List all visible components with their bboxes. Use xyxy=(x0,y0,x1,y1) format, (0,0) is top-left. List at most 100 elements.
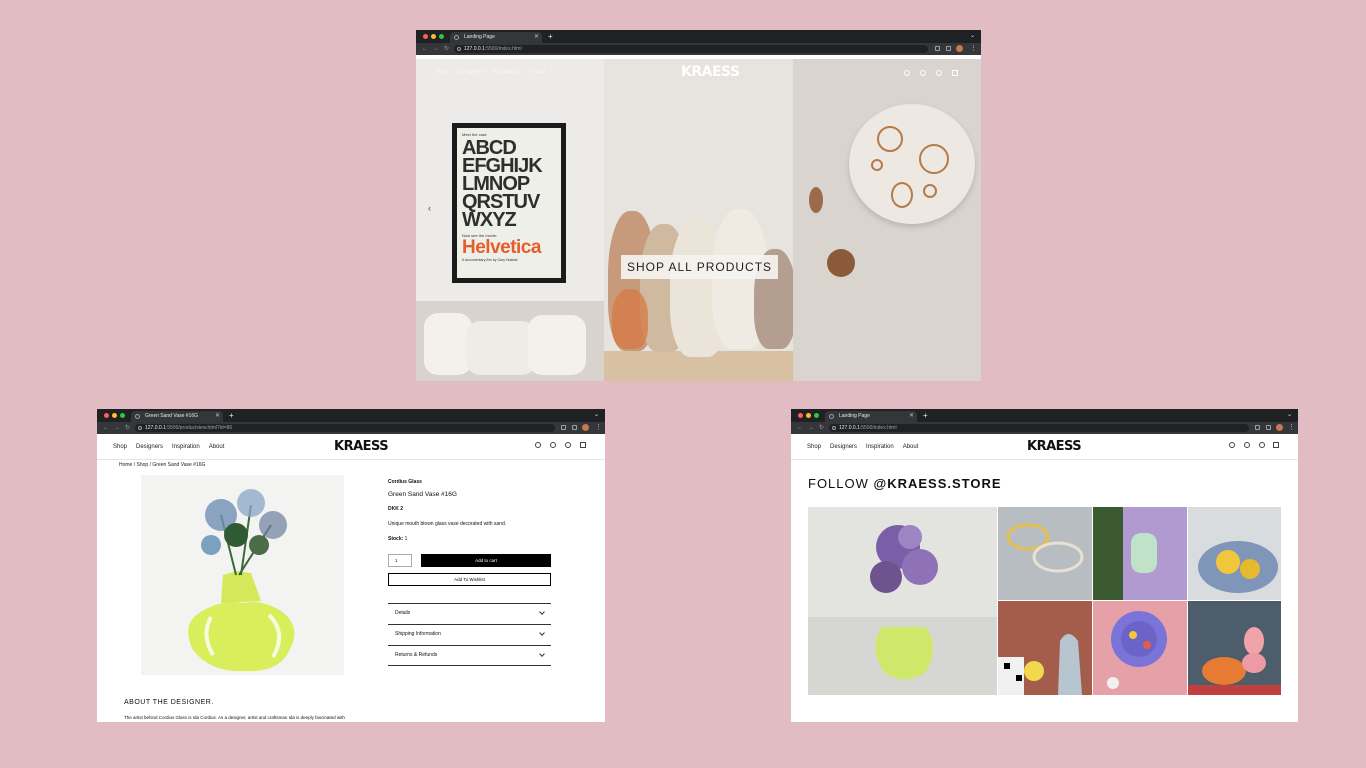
address-bar[interactable]: 127.0.0.1:5500/productview.html?id=86 xyxy=(135,424,555,432)
new-tab-button[interactable]: + xyxy=(923,409,928,422)
site-logo[interactable]: KRAESS xyxy=(1027,439,1082,454)
accordion-shipping[interactable]: Shipping Information xyxy=(388,624,551,645)
instagram-handle-link[interactable]: @KRAESS.STORE xyxy=(874,476,1002,491)
tab-bar: Green Sand Vase #16G ✕ + ⌄ xyxy=(97,409,605,422)
address-bar[interactable]: 127.0.0.1:5500/index.html xyxy=(454,45,928,53)
maximize-window-button[interactable] xyxy=(814,413,819,418)
sidebar-icon[interactable] xyxy=(946,46,951,51)
close-tab-icon[interactable]: ✕ xyxy=(215,411,220,422)
nav-inspiration[interactable]: Inspiration xyxy=(172,444,200,450)
quantity-input[interactable]: 1 xyxy=(388,554,412,567)
instagram-post[interactable] xyxy=(998,601,1092,695)
nav-designers[interactable]: Designers xyxy=(457,69,484,75)
nav-shop[interactable]: Shop xyxy=(434,69,448,75)
close-window-button[interactable] xyxy=(423,34,428,39)
nav-designers[interactable]: Designers xyxy=(136,444,163,450)
accordion-returns[interactable]: Returns & Refunds xyxy=(388,645,551,666)
minimize-window-button[interactable] xyxy=(431,34,436,39)
extensions-icon[interactable] xyxy=(561,425,566,430)
user-icon[interactable] xyxy=(1229,442,1235,448)
sidebar-icon[interactable] xyxy=(1266,425,1271,430)
search-icon[interactable] xyxy=(550,442,556,448)
reload-icon[interactable]: ↻ xyxy=(444,43,449,55)
reload-icon[interactable]: ↻ xyxy=(819,422,824,434)
window-controls xyxy=(104,413,125,418)
back-arrow-icon[interactable]: ← xyxy=(422,43,428,55)
profile-avatar[interactable] xyxy=(956,45,963,52)
globe-icon xyxy=(135,414,140,419)
browser-tab[interactable]: Landing Page ✕ xyxy=(825,411,917,422)
instagram-post[interactable] xyxy=(1188,601,1281,695)
forward-arrow-icon[interactable]: → xyxy=(808,422,814,434)
tab-search-button[interactable]: ⌄ xyxy=(970,30,975,43)
menu-icon[interactable]: ⋮ xyxy=(1288,422,1295,434)
close-window-button[interactable] xyxy=(104,413,109,418)
nav-inspiration[interactable]: Inspiration xyxy=(493,69,521,75)
profile-avatar[interactable] xyxy=(582,424,589,431)
close-tab-icon[interactable]: ✕ xyxy=(909,411,914,422)
extensions-icon[interactable] xyxy=(935,46,940,51)
new-tab-button[interactable]: + xyxy=(229,409,234,422)
maximize-window-button[interactable] xyxy=(439,34,444,39)
product-brand[interactable]: Cordius Glass xyxy=(388,479,422,485)
browser-tab[interactable]: Landing Page ✕ xyxy=(450,32,542,43)
nav-designers[interactable]: Designers xyxy=(830,444,857,450)
nav-shop[interactable]: Shop xyxy=(807,444,821,450)
forward-arrow-icon[interactable]: → xyxy=(114,422,120,434)
bag-icon[interactable] xyxy=(1273,442,1279,448)
heart-icon[interactable] xyxy=(565,442,571,448)
site-info-icon[interactable] xyxy=(457,47,461,51)
site-logo[interactable]: KRAESS xyxy=(334,439,389,454)
url-host: 127.0.0.1 xyxy=(839,425,860,431)
menu-icon[interactable]: ⋮ xyxy=(970,43,977,55)
instagram-post[interactable] xyxy=(998,507,1092,600)
nav-about[interactable]: About xyxy=(903,444,919,450)
menu-icon[interactable]: ⋮ xyxy=(595,422,602,434)
breadcrumb-home[interactable]: Home xyxy=(119,462,132,468)
address-bar[interactable]: 127.0.0.1:5500/index.html xyxy=(829,424,1249,432)
site-info-icon[interactable] xyxy=(138,426,142,430)
site-logo[interactable]: KRAESS xyxy=(681,64,740,80)
site-info-icon[interactable] xyxy=(832,426,836,430)
breadcrumb-shop[interactable]: Shop xyxy=(137,462,149,468)
about-designer-text: The artist behind Cordius Glass is Ida C… xyxy=(124,715,345,720)
search-icon[interactable] xyxy=(920,70,926,76)
carousel-prev-icon[interactable]: ‹ xyxy=(428,203,431,213)
minimize-window-button[interactable] xyxy=(112,413,117,418)
accordion-details[interactable]: Details xyxy=(388,603,551,624)
browser-tab[interactable]: Green Sand Vase #16G ✕ xyxy=(131,411,223,422)
back-arrow-icon[interactable]: ← xyxy=(797,422,803,434)
instagram-post[interactable] xyxy=(808,507,997,695)
shop-all-products-button[interactable]: SHOP ALL PRODUCTS xyxy=(621,255,779,279)
user-icon[interactable] xyxy=(535,442,541,448)
bag-icon[interactable] xyxy=(580,442,586,448)
nav-inspiration[interactable]: Inspiration xyxy=(866,444,894,450)
minimize-window-button[interactable] xyxy=(806,413,811,418)
instagram-post[interactable] xyxy=(1188,507,1281,600)
heart-icon[interactable] xyxy=(936,70,942,76)
tab-search-button[interactable]: ⌄ xyxy=(1287,409,1292,422)
close-window-button[interactable] xyxy=(798,413,803,418)
sidebar-icon[interactable] xyxy=(572,425,577,430)
instagram-post[interactable] xyxy=(1093,601,1187,695)
instagram-post[interactable] xyxy=(1093,507,1187,600)
user-icon[interactable] xyxy=(904,70,910,76)
extensions-icon[interactable] xyxy=(1255,425,1260,430)
back-arrow-icon[interactable]: ← xyxy=(103,422,109,434)
close-tab-icon[interactable]: ✕ xyxy=(534,32,539,43)
forward-arrow-icon[interactable]: → xyxy=(433,43,439,55)
nav-shop[interactable]: Shop xyxy=(113,444,127,450)
reload-icon[interactable]: ↻ xyxy=(125,422,130,434)
nav-about[interactable]: About xyxy=(530,69,546,75)
tab-search-button[interactable]: ⌄ xyxy=(594,409,599,422)
new-tab-button[interactable]: + xyxy=(548,30,553,43)
heart-icon[interactable] xyxy=(1259,442,1265,448)
nav-about[interactable]: About xyxy=(209,444,225,450)
tab-bar: Landing Page ✕ + ⌄ xyxy=(416,30,981,43)
profile-avatar[interactable] xyxy=(1276,424,1283,431)
bag-icon[interactable] xyxy=(952,70,958,76)
search-icon[interactable] xyxy=(1244,442,1250,448)
add-to-cart-button[interactable]: Add to cart xyxy=(421,554,551,567)
maximize-window-button[interactable] xyxy=(120,413,125,418)
add-to-wishlist-button[interactable]: Add To Wishlist xyxy=(388,573,551,586)
